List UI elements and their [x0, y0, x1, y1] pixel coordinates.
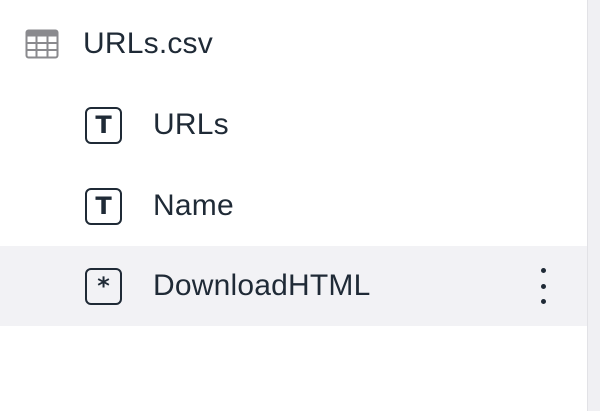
- more-dot: [540, 283, 546, 289]
- file-row[interactable]: URLs.csv: [0, 4, 587, 84]
- column-label: DownloadHTML: [153, 269, 371, 302]
- more-dot: [540, 299, 546, 304]
- column-item-downloadhtml[interactable]: * DownloadHTML: [0, 246, 587, 326]
- column-item-urls[interactable]: T URLs: [0, 85, 587, 165]
- file-name: URLs.csv: [83, 27, 213, 60]
- more-options-icon[interactable]: [537, 268, 549, 304]
- table-icon: [25, 29, 59, 59]
- more-dot: [540, 268, 546, 273]
- column-label: Name: [153, 189, 234, 222]
- text-type-icon: T: [85, 106, 122, 144]
- column-item-name[interactable]: T Name: [0, 166, 587, 246]
- column-label: URLs: [153, 108, 229, 141]
- file-tree-panel: URLs.csv T URLs T Name * DownloadHTML: [0, 0, 600, 411]
- computed-type-icon: *: [85, 267, 122, 305]
- panel-divider: [587, 0, 600, 411]
- text-type-icon: T: [85, 187, 122, 225]
